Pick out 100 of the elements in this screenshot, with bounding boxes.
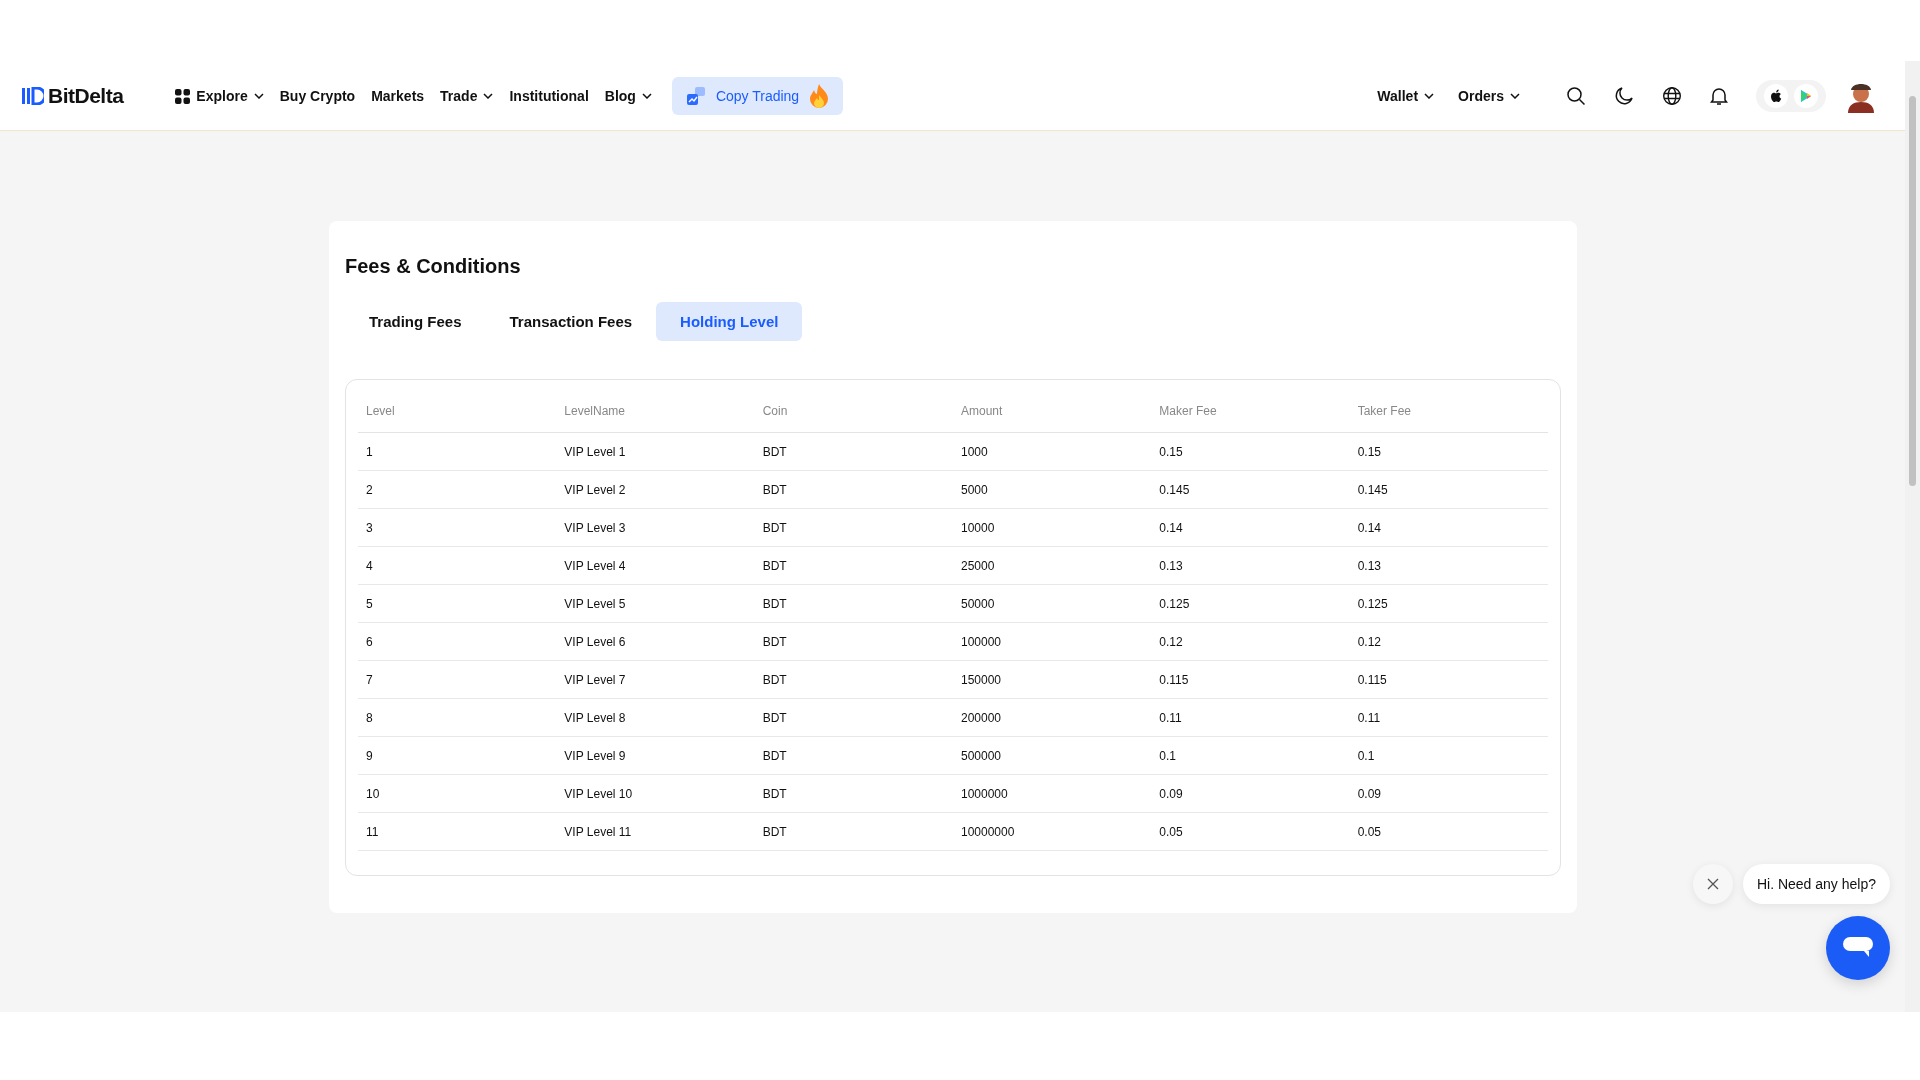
table-cell: VIP Level 1 (564, 444, 626, 459)
table-cell: 1 (366, 444, 373, 459)
table-cell: BDT (762, 558, 787, 573)
table-cell: 0.09 (1357, 786, 1381, 801)
table-cell: 500000 (961, 748, 1002, 763)
column-header: Maker Fee (1151, 390, 1350, 433)
table-cell: 7 (366, 672, 373, 687)
table-cell: BDT (762, 710, 787, 725)
table-cell: 10000000 (961, 824, 1015, 839)
column-header: Level (358, 390, 557, 433)
nav-link[interactable]: Explore (175, 88, 264, 104)
brand-logo[interactable]: BitDelta (48, 84, 124, 108)
nav-link[interactable]: Buy Crypto (279, 88, 356, 104)
nav-link[interactable]: Markets (371, 88, 425, 104)
table-cell: BDT (762, 672, 787, 687)
column-header: Amount (953, 390, 1152, 433)
table-cell: 0.115 (1357, 672, 1387, 687)
table-cell: 0.1 (1357, 748, 1375, 763)
table-cell: 5000 (961, 482, 988, 497)
chevron-down-icon (1424, 93, 1435, 99)
table-cell: VIP Level 3 (564, 520, 626, 535)
apple-icon[interactable] (1764, 84, 1788, 108)
tab[interactable]: Trading Fees (345, 302, 486, 341)
table-cell: 6 (366, 634, 373, 649)
column-header: Taker Fee (1349, 390, 1548, 433)
table-cell: 0.15 (1357, 444, 1381, 459)
table-cell: 0.115 (1159, 672, 1189, 687)
table-cell: BDT (762, 520, 787, 535)
grid-icon (175, 88, 191, 104)
chevron-down-icon (1510, 93, 1520, 99)
scrollbar[interactable] (1905, 61, 1920, 1012)
table-cell: VIP Level 10 (564, 786, 633, 801)
table-cell: 0.12 (1159, 634, 1183, 649)
chevron-down-icon (483, 93, 494, 99)
nav-menu[interactable]: Wallet (1377, 88, 1435, 104)
tab[interactable]: Holding Level (656, 302, 803, 341)
table-cell: BDT (762, 824, 787, 839)
table-cell: 9 (366, 748, 373, 763)
table-cell: 25000 (961, 558, 995, 573)
table-cell: 5 (366, 596, 373, 611)
search-icon[interactable] (1566, 86, 1586, 106)
table-cell: BDT (762, 444, 787, 459)
table-cell: 4 (366, 558, 373, 573)
table-cell: 0.145 (1159, 482, 1190, 497)
table-cell: VIP Level 7 (564, 672, 626, 687)
nav-link[interactable]: Blog (604, 88, 652, 104)
tab[interactable]: Transaction Fees (485, 302, 657, 341)
moon-icon[interactable] (1614, 86, 1634, 106)
chat-greeting-bubble[interactable]: Hi. Need any help? (1742, 864, 1890, 904)
table-cell: 0.13 (1159, 558, 1183, 573)
table-cell: 10000 (961, 520, 995, 535)
table-cell: 3 (366, 520, 373, 535)
chat-button[interactable] (1826, 916, 1890, 980)
table-cell: 150000 (961, 672, 1002, 687)
column-header: LevelName (556, 390, 755, 433)
column-header: Coin (754, 390, 953, 433)
bell-icon[interactable] (1710, 86, 1728, 106)
logo-icon (22, 87, 44, 105)
table-cell: 0.145 (1357, 482, 1388, 497)
flame-icon (809, 83, 830, 109)
table-cell: BDT (762, 634, 787, 649)
table-cell: 50000 (961, 596, 995, 611)
table-cell: VIP Level 9 (564, 748, 626, 763)
table-cell: VIP Level 6 (564, 634, 626, 649)
globe-icon[interactable] (1662, 86, 1682, 106)
nav-link[interactable]: Trade (440, 88, 494, 104)
table-cell: 0.125 (1357, 596, 1388, 611)
table-cell: 200000 (961, 710, 1002, 725)
table-cell: BDT (762, 786, 787, 801)
table-cell: 0.09 (1159, 786, 1183, 801)
chevron-down-icon (253, 93, 264, 99)
nav-menu[interactable]: Orders (1458, 88, 1520, 104)
card-title: Fees & Conditions (345, 255, 522, 278)
chevron-down-icon (641, 93, 652, 99)
table-cell: VIP Level 2 (564, 482, 626, 497)
close-icon (1706, 878, 1719, 890)
table-cell: 1000000 (961, 786, 1008, 801)
table-cell: 0.1 (1159, 748, 1176, 763)
table-cell: BDT (762, 482, 787, 497)
table-cell: 0.05 (1357, 824, 1381, 839)
table-cell: BDT (762, 596, 787, 611)
table-cell: VIP Level 11 (564, 824, 632, 839)
table-cell: 0.12 (1357, 634, 1381, 649)
table-cell: 0.11 (1159, 710, 1182, 725)
nav-link[interactable]: Institutional (509, 88, 589, 104)
table-cell: 1000 (961, 444, 988, 459)
table-cell: VIP Level 5 (564, 596, 626, 611)
table-cell: 0.15 (1159, 444, 1183, 459)
swap-chart-icon (685, 86, 706, 106)
table-cell: 8 (366, 710, 373, 725)
copy-trading-button[interactable]: Copy Trading (671, 77, 844, 115)
table-cell: VIP Level 4 (564, 558, 626, 573)
table-cell: 0.11 (1357, 710, 1381, 725)
table-cell: 0.14 (1159, 520, 1183, 535)
table-cell: 0.14 (1357, 520, 1381, 535)
table-cell: 0.13 (1357, 558, 1381, 573)
table-cell: 100000 (961, 634, 1002, 649)
table-cell: BDT (762, 748, 787, 763)
table-cell: 2 (366, 482, 373, 497)
table-cell: VIP Level 8 (564, 710, 626, 725)
